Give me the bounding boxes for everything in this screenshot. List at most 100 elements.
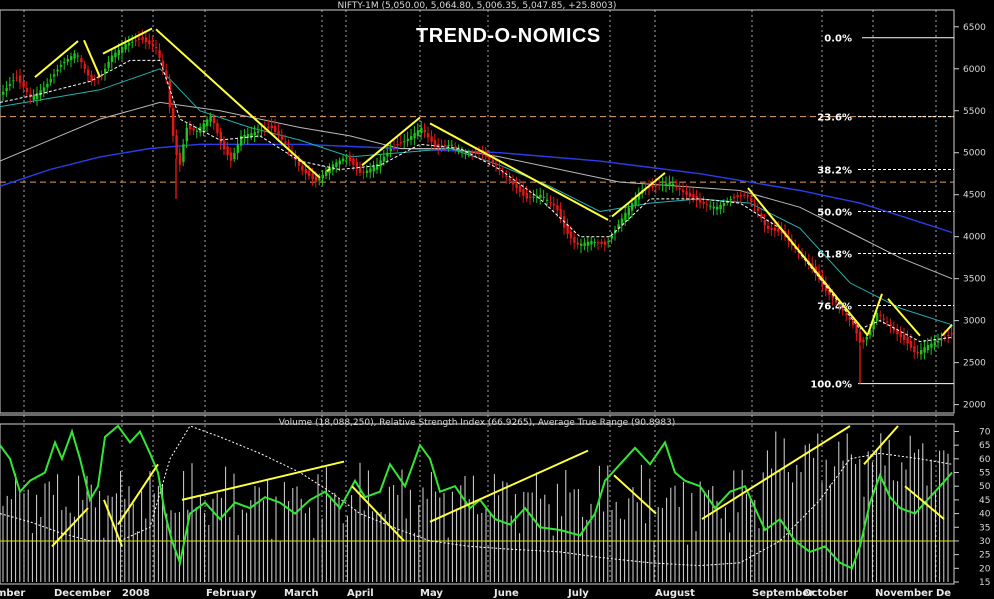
candle-body bbox=[141, 37, 144, 41]
candle-body bbox=[852, 320, 855, 325]
candle-body bbox=[940, 339, 943, 341]
candle-body bbox=[49, 79, 52, 83]
candle-body bbox=[335, 162, 338, 168]
candle-body bbox=[512, 181, 515, 185]
candle-body bbox=[345, 157, 348, 159]
candle-body bbox=[532, 196, 535, 198]
candle-body bbox=[665, 183, 668, 186]
candle-body bbox=[909, 340, 913, 348]
candle-body bbox=[155, 47, 158, 49]
candle-body bbox=[763, 219, 766, 226]
candle-body bbox=[692, 193, 695, 199]
indicator-tick-label: 40 bbox=[979, 510, 991, 520]
candle-body bbox=[124, 44, 127, 50]
candle-body bbox=[410, 135, 413, 141]
brand-title: TREND-O-NOMICS bbox=[416, 25, 601, 47]
candle-body bbox=[73, 53, 76, 59]
candle-body bbox=[926, 345, 930, 351]
candle-body bbox=[542, 196, 545, 198]
candle-body bbox=[845, 313, 848, 316]
candle-body bbox=[474, 151, 477, 153]
candle-body bbox=[913, 346, 916, 352]
candle-body bbox=[348, 155, 352, 162]
candle-body bbox=[379, 160, 382, 167]
candle-body bbox=[586, 241, 590, 246]
candle-body bbox=[583, 242, 586, 247]
candle-body bbox=[325, 170, 328, 176]
candle-body bbox=[369, 168, 372, 173]
indicator-legend: Volume (18,088,250), Relative Strength I… bbox=[278, 418, 676, 428]
candle-body bbox=[450, 144, 454, 146]
candle-body bbox=[505, 175, 508, 177]
candle-body bbox=[66, 59, 69, 62]
indicator-tick-label: 50 bbox=[979, 482, 991, 492]
x-axis-label: De bbox=[936, 588, 951, 599]
candle-body bbox=[549, 202, 552, 204]
candle-body bbox=[342, 158, 345, 162]
x-axis-label: August bbox=[655, 588, 695, 599]
candle-body bbox=[722, 202, 726, 206]
candle-body bbox=[879, 314, 882, 316]
candle-body bbox=[770, 227, 773, 230]
candle-body bbox=[716, 206, 719, 210]
candle-body bbox=[107, 61, 110, 68]
candle-body bbox=[903, 334, 906, 340]
candle-body bbox=[216, 123, 219, 134]
candle-body bbox=[127, 42, 131, 46]
candle-body bbox=[46, 83, 49, 88]
price-tick-label: 5000 bbox=[963, 149, 986, 159]
candle-body bbox=[87, 69, 90, 76]
indicator-tick-label: 60 bbox=[979, 455, 991, 465]
candle-body bbox=[420, 127, 423, 133]
candle-body bbox=[750, 198, 753, 202]
candle-body bbox=[131, 41, 134, 43]
indicator-tick-label: 15 bbox=[979, 578, 990, 588]
x-axis-label: 2008 bbox=[122, 588, 150, 599]
candle-body bbox=[301, 165, 304, 171]
candle-body bbox=[607, 241, 610, 243]
candle-body bbox=[178, 152, 182, 165]
candle-body bbox=[746, 195, 749, 197]
x-axis-label: May bbox=[420, 588, 443, 599]
candle-body bbox=[8, 84, 12, 86]
candle-body bbox=[627, 207, 630, 216]
candle-body bbox=[705, 204, 709, 206]
indicator-tick-label: 30 bbox=[979, 537, 991, 547]
candle-body bbox=[406, 138, 409, 141]
candle-body bbox=[15, 77, 18, 79]
candle-body bbox=[260, 130, 263, 132]
fib-level-label: 61.8% bbox=[817, 249, 852, 260]
candle-body bbox=[382, 156, 386, 162]
price-tick-label: 2500 bbox=[963, 359, 986, 369]
candle-body bbox=[151, 43, 154, 46]
candle-body bbox=[321, 174, 324, 179]
candle-body bbox=[304, 169, 307, 174]
indicator-tick-label: 65 bbox=[979, 441, 990, 451]
candle-body bbox=[175, 135, 178, 155]
candle-body bbox=[569, 231, 573, 239]
candle-body bbox=[539, 194, 542, 198]
indicator-panel-frame bbox=[0, 423, 955, 585]
candle-body bbox=[736, 195, 739, 198]
candle-body bbox=[12, 80, 15, 82]
candle-body bbox=[838, 304, 841, 307]
candle-body bbox=[270, 125, 273, 129]
candle-body bbox=[212, 116, 216, 124]
candle-body bbox=[624, 212, 627, 221]
candle-body bbox=[733, 196, 736, 199]
candle-body bbox=[920, 350, 923, 355]
candle-body bbox=[393, 146, 396, 148]
candle-body bbox=[386, 152, 389, 157]
candle-body bbox=[416, 130, 420, 136]
candle-body bbox=[593, 241, 596, 243]
candle-body bbox=[172, 108, 175, 136]
candle-body bbox=[202, 123, 205, 130]
candle-body bbox=[168, 80, 171, 108]
indicator-tick-label: 35 bbox=[979, 523, 990, 533]
candle-body bbox=[138, 38, 141, 40]
candle-body bbox=[158, 50, 161, 58]
price-tick-label: 3500 bbox=[963, 275, 986, 285]
candle-body bbox=[2, 91, 5, 95]
candle-body bbox=[835, 300, 838, 303]
price-panel-frame bbox=[0, 9, 955, 414]
